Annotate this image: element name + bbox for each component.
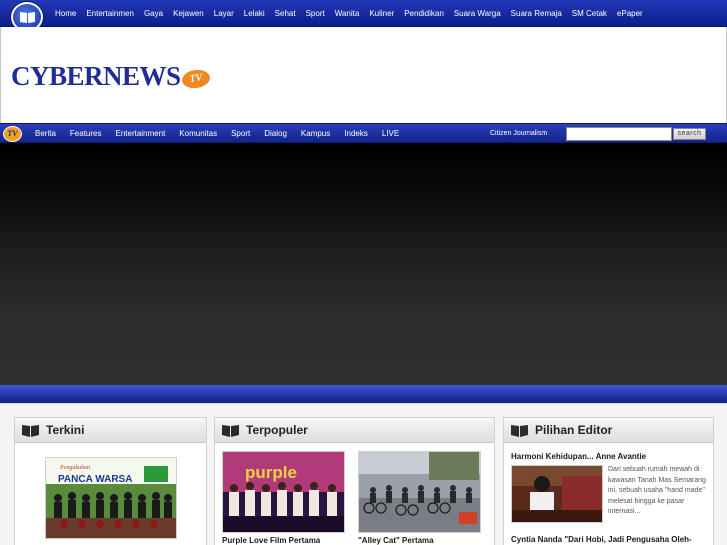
top-nav-home[interactable]: Home [50,0,81,27]
search-button[interactable]: search [673,128,706,140]
terpopuler-title: Terpopuler [246,423,308,437]
brand-tv-badge: TV [180,68,211,90]
citizen-journalism-link[interactable]: Citizen Journalism [490,124,547,144]
editor-image[interactable] [511,465,603,523]
pilihan-editor-title: Pilihan Editor [535,423,613,437]
image-caption-title: PANCA WARSA [58,474,132,485]
image-caption-text: Pengukuhan [59,465,90,471]
terkini-title: Terkini [46,423,85,437]
main-nav-bar: TV Berita Features Entertainment Komunit… [0,123,727,143]
top-nav-bar: Home Entertainmen Gaya Kejawen Layar Lel… [0,0,727,32]
search-input[interactable] [566,127,672,141]
pilihan-editor-header: Pilihan Editor [504,418,713,443]
top-nav-kejawen[interactable]: Kejawen [168,0,209,27]
nav-features[interactable]: Features [63,129,109,138]
book-icon [511,424,528,437]
top-nav-wanita[interactable]: Wanita [330,0,365,27]
alley-cat-image[interactable] [358,451,481,533]
top-nav-entertainmen[interactable]: Entertainmen [81,0,139,27]
terkini-image[interactable]: Pengukuhan PANCA WARSA [45,457,177,539]
hero-banner [0,143,727,385]
top-nav-epaper[interactable]: ePaper [612,0,648,27]
brand-name: CYBERNEWS [11,61,181,91]
main-nav-links: Berita Features Entertainment Komunitas … [28,124,406,143]
tv-icon[interactable]: TV [3,126,22,142]
top-nav-pendidikan[interactable]: Pendidikan [399,0,449,27]
nav-komunitas[interactable]: Komunitas [172,129,224,138]
top-nav-kuliner[interactable]: Kuliner [364,0,399,27]
image-caption-title: purple [245,463,297,482]
nav-berita[interactable]: Berita [28,129,63,138]
book-icon [222,424,239,437]
nav-sport[interactable]: Sport [224,129,257,138]
editor-summary: Dari sebuah rumah mewah di kawasan Tanah… [608,466,706,515]
purple-love-caption[interactable]: Purple Love Film Pertama [222,536,320,545]
top-nav-gaya[interactable]: Gaya [139,0,168,27]
banner-bottom-bar [0,385,727,403]
content-area: Terkini Pengukuhan PANCA WARSA Terpopule… [0,403,727,545]
alley-cat-caption[interactable]: "Alley Cat" Pertama [358,536,434,545]
terpopuler-panel: Terpopuler purple Purple Love Film Perta… [214,417,495,545]
nav-live[interactable]: LIVE [375,129,406,138]
pilihan-editor-panel: Pilihan Editor Harmoni Kehidupan... Anne… [503,417,714,545]
nav-entertainment[interactable]: Entertainment [108,129,172,138]
purple-love-image[interactable]: purple [222,451,345,533]
nav-dialog[interactable]: Dialog [257,129,294,138]
site-header: CYBERNEWS TV [0,27,727,123]
top-nav-suara-remaja[interactable]: Suara Remaja [506,0,567,27]
terpopuler-header: Terpopuler [215,418,494,443]
book-icon [20,12,35,23]
nav-indeks[interactable]: Indeks [337,129,375,138]
nav-kampus[interactable]: Kampus [294,129,337,138]
top-nav-links: Home Entertainmen Gaya Kejawen Layar Lel… [50,0,648,27]
editor-headline-link[interactable]: Harmoni Kehidupan... Anne Avantie [511,452,646,461]
editor-headline2-link[interactable]: Cyntia Nanda "Dari Hobi, Jadi Pengusaha … [511,535,692,544]
brand-logo[interactable]: CYBERNEWS TV [11,61,211,91]
terkini-header: Terkini [15,418,206,443]
book-icon [22,424,39,437]
top-nav-sm-cetak[interactable]: SM Cetak [567,0,612,27]
top-nav-suara-warga[interactable]: Suara Warga [449,0,506,27]
top-nav-sport[interactable]: Sport [301,0,330,27]
terkini-panel: Terkini Pengukuhan PANCA WARSA [14,417,207,545]
top-nav-layar[interactable]: Layar [209,0,239,27]
top-nav-lelaki[interactable]: Lelaki [239,0,270,27]
top-nav-sehat[interactable]: Sehat [270,0,301,27]
